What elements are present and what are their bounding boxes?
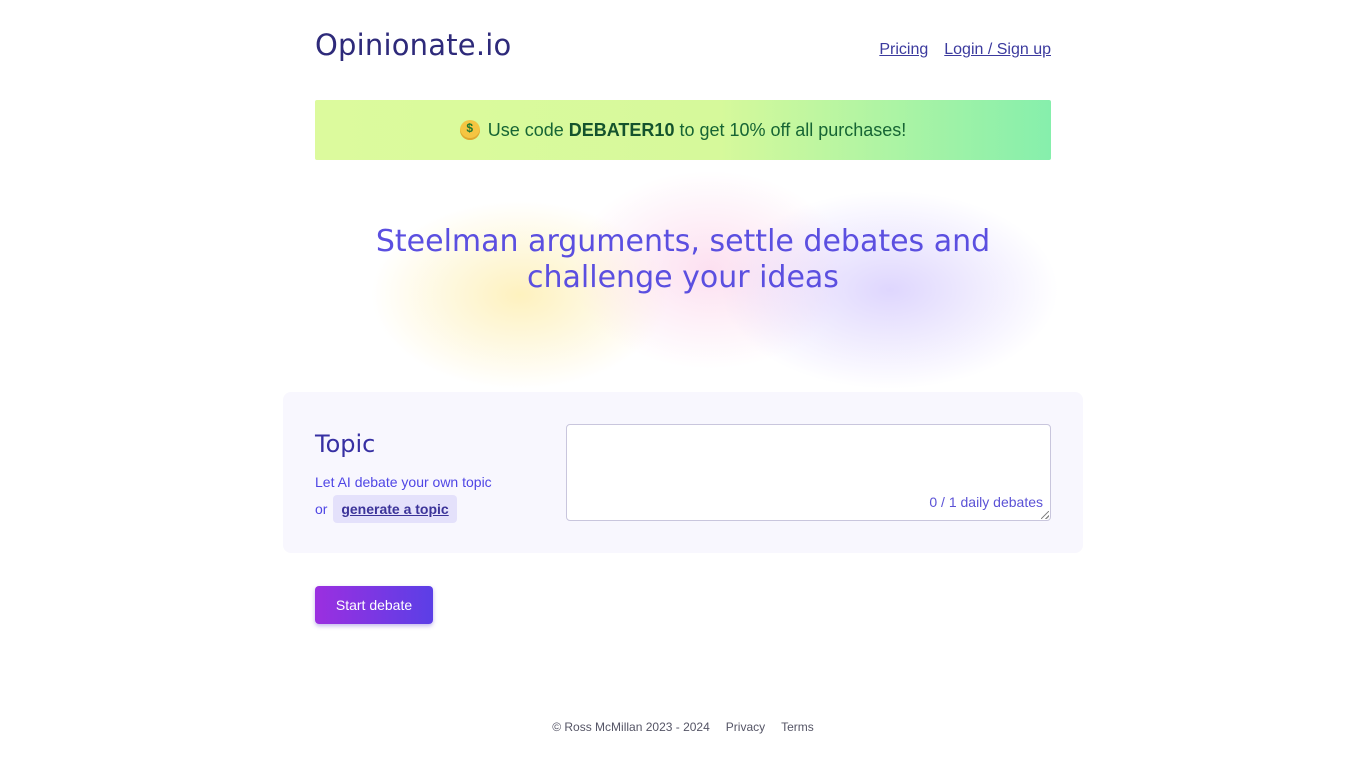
topic-description: Let AI debate your own topic or generate… xyxy=(315,470,525,523)
terms-link[interactable]: Terms xyxy=(781,720,814,734)
generate-topic-link[interactable]: generate a topic xyxy=(333,495,457,523)
privacy-link[interactable]: Privacy xyxy=(726,720,765,734)
money-mouth-face-icon xyxy=(459,120,480,140)
topic-heading: Topic xyxy=(315,430,376,458)
copyright-text: © Ross McMillan 2023 - 2024 xyxy=(552,720,710,734)
logo[interactable]: Opinionate.io xyxy=(315,28,511,62)
site-header: Opinionate.io Pricing Login / Sign up xyxy=(315,28,1051,68)
hero-title: Steelman arguments, settle debates and c… xyxy=(375,224,991,295)
pricing-link[interactable]: Pricing xyxy=(879,41,928,59)
promo-suffix: to get 10% off all purchases! xyxy=(679,119,907,140)
topic-or-text: or xyxy=(315,501,328,517)
daily-debates-counter: 0 / 1 daily debates xyxy=(929,494,1043,510)
promo-prefix: Use code xyxy=(487,119,564,140)
topic-input[interactable]: 0 / 1 daily debates xyxy=(566,424,1051,521)
start-debate-button[interactable]: Start debate xyxy=(315,586,433,624)
top-nav: Pricing Login / Sign up xyxy=(879,41,1051,59)
login-signup-link[interactable]: Login / Sign up xyxy=(944,41,1051,59)
topic-card: Topic Let AI debate your own topic or ge… xyxy=(283,392,1083,553)
page: Opinionate.io Pricing Login / Sign up Us… xyxy=(0,0,1366,768)
topic-description-text: Let AI debate your own topic xyxy=(315,474,492,490)
promo-code: DEBATER10 xyxy=(568,119,675,140)
promo-banner: Use code DEBATER10 to get 10% off all pu… xyxy=(315,100,1051,160)
site-footer: © Ross McMillan 2023 - 2024 Privacy Term… xyxy=(0,720,1366,734)
resize-handle[interactable] xyxy=(1041,511,1049,519)
